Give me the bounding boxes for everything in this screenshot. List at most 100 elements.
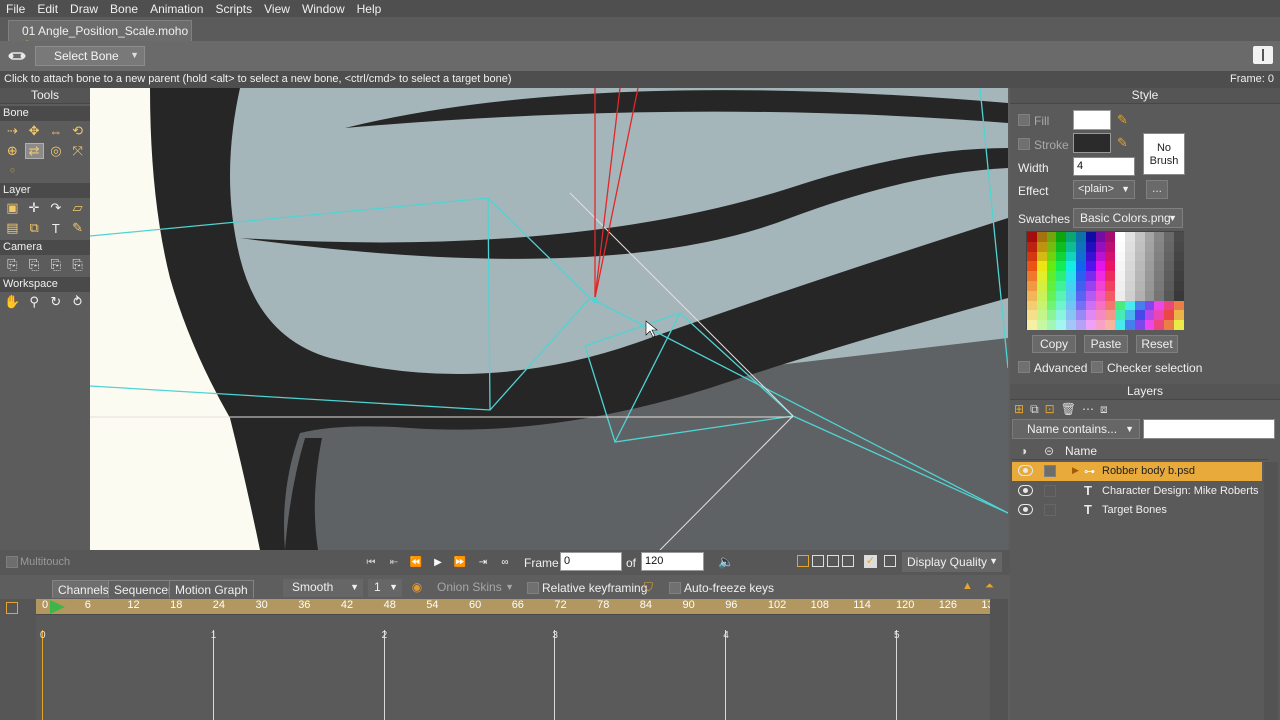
palette-swatch[interactable]	[1095, 280, 1106, 291]
eye-icon[interactable]	[1018, 465, 1033, 476]
copy-button[interactable]: Copy	[1032, 335, 1076, 353]
palette-swatch[interactable]	[1066, 271, 1076, 281]
palette-swatch[interactable]	[1164, 290, 1174, 301]
palette-swatch[interactable]	[1066, 290, 1076, 301]
palette-swatch[interactable]	[1095, 232, 1106, 242]
palette-swatch[interactable]	[1154, 300, 1165, 311]
track-camera-icon[interactable]: ⎘	[3, 257, 22, 273]
layer-row[interactable]: T Character Design: Mike Roberts	[1012, 482, 1262, 501]
palette-swatch[interactable]	[1105, 241, 1116, 252]
palette-swatch[interactable]	[1085, 232, 1096, 242]
key-interval-dropdown[interactable]: 1 ▼	[368, 579, 402, 597]
auto-freeze-checkbox[interactable]	[669, 582, 681, 594]
palette-swatch[interactable]	[1115, 290, 1125, 301]
palette-swatch[interactable]	[1066, 241, 1076, 252]
palette-swatch[interactable]	[1105, 271, 1116, 281]
palette-swatch[interactable]	[1027, 320, 1037, 330]
quad-view-icon[interactable]	[842, 555, 854, 567]
drawing-canvas[interactable]	[90, 88, 1008, 550]
palette-swatch[interactable]	[1164, 320, 1174, 330]
palette-swatch[interactable]	[1027, 310, 1037, 321]
interpolation-dropdown[interactable]: Smooth ▼	[283, 579, 363, 597]
palette-swatch[interactable]	[1144, 241, 1155, 252]
palette-swatch[interactable]	[1144, 290, 1155, 301]
menu-bone[interactable]: Bone	[104, 2, 144, 16]
single-view-icon[interactable]	[797, 555, 809, 567]
palette-swatch[interactable]	[1046, 232, 1057, 242]
palette-swatch[interactable]	[1134, 280, 1145, 291]
switch-layer-tool-icon[interactable]: ⧉	[25, 220, 44, 236]
layer-settings-icon[interactable]: ⧈	[1100, 402, 1108, 417]
palette-swatch[interactable]	[1056, 320, 1067, 330]
loop-icon[interactable]: ∞	[497, 555, 513, 570]
palette-swatch[interactable]	[1173, 290, 1184, 301]
palette-swatch[interactable]	[1124, 251, 1135, 262]
palette-swatch[interactable]	[1046, 251, 1057, 262]
palette-swatch[interactable]	[1115, 310, 1125, 321]
timeline-zoom-out-icon[interactable]: ⏶	[985, 580, 994, 593]
menu-scripts[interactable]: Scripts	[209, 2, 258, 16]
palette-swatch[interactable]	[1036, 290, 1047, 301]
expand-triangle-icon[interactable]: ▶	[1072, 465, 1079, 476]
palette-swatch[interactable]	[1154, 232, 1165, 242]
audio-speaker-icon[interactable]: 🔈	[718, 554, 736, 570]
palette-swatch[interactable]	[1075, 290, 1086, 301]
palette-swatch[interactable]	[1164, 241, 1174, 252]
palette-swatch[interactable]	[1124, 271, 1135, 281]
shear-layer-tool-icon[interactable]: ▱	[68, 200, 87, 216]
palette-swatch[interactable]	[1046, 290, 1057, 301]
palette-swatch[interactable]	[1075, 310, 1086, 321]
palette-swatch[interactable]	[1144, 320, 1155, 330]
palette-swatch[interactable]	[1124, 232, 1135, 242]
palette-swatch[interactable]	[1173, 320, 1184, 330]
palette-swatch[interactable]	[1173, 280, 1184, 291]
palette-swatch[interactable]	[1056, 280, 1067, 291]
checker-selection-checkbox[interactable]	[1091, 361, 1103, 373]
palette-swatch[interactable]	[1134, 300, 1145, 311]
palette-swatch[interactable]	[1056, 232, 1067, 242]
palette-swatch[interactable]	[1075, 232, 1086, 242]
palette-swatch[interactable]	[1046, 320, 1057, 330]
palette-swatch[interactable]	[1164, 300, 1174, 311]
palette-swatch[interactable]	[1036, 300, 1047, 311]
palette-swatch[interactable]	[1115, 300, 1125, 311]
palette-swatch[interactable]	[1095, 320, 1106, 330]
eye-icon[interactable]	[1018, 485, 1033, 496]
palette-swatch[interactable]	[1144, 300, 1155, 311]
palette-swatch[interactable]	[1173, 271, 1184, 281]
timeline-scrollbar[interactable]	[990, 599, 1008, 720]
palette-swatch[interactable]	[1124, 320, 1135, 330]
zoom-camera-icon[interactable]: ⎘	[25, 257, 44, 273]
palette-swatch[interactable]	[1027, 241, 1037, 252]
palette-swatch[interactable]	[1173, 232, 1184, 242]
palette-swatch[interactable]	[1154, 261, 1165, 272]
palette-swatch[interactable]	[1085, 251, 1096, 262]
swatches-dropdown[interactable]: Basic Colors.png ▼	[1073, 208, 1183, 228]
menu-animation[interactable]: Animation	[144, 2, 209, 16]
palette-swatch[interactable]	[1027, 280, 1037, 291]
eyedropper-tool-icon[interactable]: ✎	[68, 220, 87, 236]
menu-draw[interactable]: Draw	[64, 2, 104, 16]
bone-binding-tool-icon[interactable]: ▤	[3, 220, 22, 236]
menu-help[interactable]: Help	[351, 2, 388, 16]
palette-swatch[interactable]	[1036, 310, 1047, 321]
fill-eyedropper-icon[interactable]: ✎	[1117, 112, 1133, 128]
palette-swatch[interactable]	[1173, 261, 1184, 272]
checkmark-icon[interactable]: ✓	[864, 555, 877, 568]
onion-skin-icon[interactable]: ◉	[408, 580, 426, 596]
new-group-icon[interactable]: ⊡	[1045, 402, 1055, 416]
palette-swatch[interactable]	[1115, 320, 1125, 330]
rotate-workspace-icon[interactable]: ↻	[47, 294, 66, 310]
roll-camera-icon[interactable]: ⎘	[47, 257, 66, 273]
palette-swatch[interactable]	[1066, 300, 1076, 311]
palette-swatch[interactable]	[1115, 271, 1125, 281]
rewind-icon[interactable]: ⏮	[363, 555, 379, 570]
step-back-icon[interactable]: ⏪	[408, 555, 424, 570]
palette-swatch[interactable]	[1085, 320, 1096, 330]
palette-swatch[interactable]	[1085, 241, 1096, 252]
fill-color-swatch[interactable]	[1073, 110, 1111, 130]
text-tool-icon[interactable]: T	[47, 220, 66, 236]
palette-swatch[interactable]	[1115, 280, 1125, 291]
advanced-checkbox[interactable]	[1018, 361, 1030, 373]
palette-swatch[interactable]	[1095, 261, 1106, 272]
